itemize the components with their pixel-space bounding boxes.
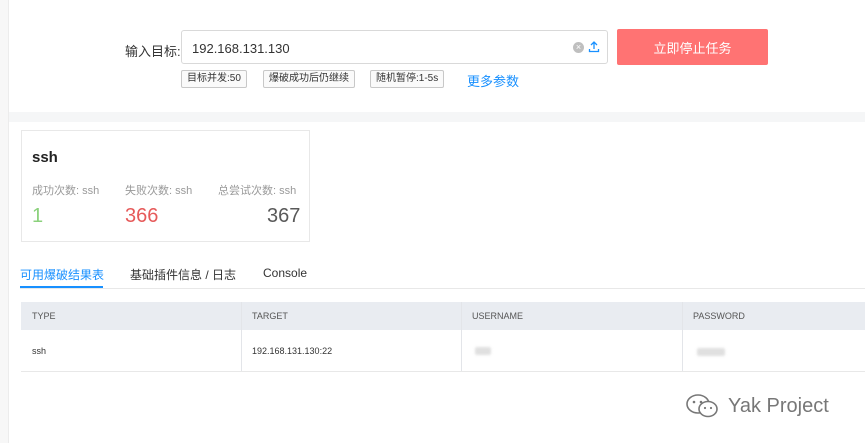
total-count-label: 总尝试次数: ssh — [218, 185, 297, 197]
random-pause-tag[interactable]: 随机暂停:1-5s — [370, 70, 445, 88]
table-row[interactable]: ssh 192.168.131.130:22 — [21, 330, 865, 372]
watermark: Yak Project — [684, 393, 829, 419]
target-input-value[interactable]: 192.168.131.130 — [192, 41, 290, 56]
left-edge-panel — [0, 0, 8, 443]
success-count-label: 成功次数: ssh — [32, 185, 100, 197]
column-header-password[interactable]: PASSWORD — [693, 311, 745, 321]
watermark-text: Yak Project — [728, 394, 829, 417]
card-title: ssh — [32, 149, 58, 166]
left-edge-divider — [8, 0, 9, 443]
cell-type: ssh — [32, 346, 47, 356]
failure-count-label: 失败次数: ssh — [125, 185, 193, 197]
column-header-type[interactable]: TYPE — [32, 311, 56, 321]
target-input[interactable]: 192.168.131.130 × — [181, 30, 608, 64]
concurrency-tag[interactable]: 目标并发:50 — [181, 70, 247, 88]
stop-task-button[interactable]: 立即停止任务 — [617, 29, 768, 65]
tab-console[interactable]: Console — [263, 266, 307, 280]
tab-results[interactable]: 可用爆破结果表 — [20, 266, 104, 283]
success-count-value: 1 — [32, 205, 44, 227]
tab-plugin-info-log[interactable]: 基础插件信息 / 日志 — [130, 266, 236, 283]
active-tab-indicator — [20, 286, 103, 288]
password-redaction — [697, 348, 725, 356]
more-params-link[interactable]: 更多参数 — [467, 71, 519, 90]
tabs-baseline — [20, 288, 865, 289]
total-count-value: 367 — [267, 205, 301, 227]
username-redaction — [475, 347, 491, 355]
column-divider — [682, 302, 683, 371]
continue-on-success-tag[interactable]: 爆破成功后仍继续 — [263, 70, 355, 88]
upload-icon[interactable] — [588, 41, 600, 53]
target-label: 输入目标: — [125, 44, 181, 59]
column-divider — [241, 302, 242, 371]
summary-card: ssh 成功次数: ssh 失败次数: ssh 总尝试次数: ssh 1 366… — [21, 130, 310, 242]
failure-count-value: 366 — [125, 205, 159, 227]
section-separator — [9, 112, 865, 122]
cell-target: 192.168.131.130:22 — [252, 346, 333, 356]
wechat-icon — [686, 394, 718, 418]
table-header: TYPE TARGET USERNAME PASSWORD — [21, 302, 865, 330]
column-header-target[interactable]: TARGET — [252, 311, 288, 321]
column-divider — [461, 302, 462, 371]
clear-icon[interactable]: × — [573, 42, 584, 53]
column-header-username[interactable]: USERNAME — [472, 311, 523, 321]
